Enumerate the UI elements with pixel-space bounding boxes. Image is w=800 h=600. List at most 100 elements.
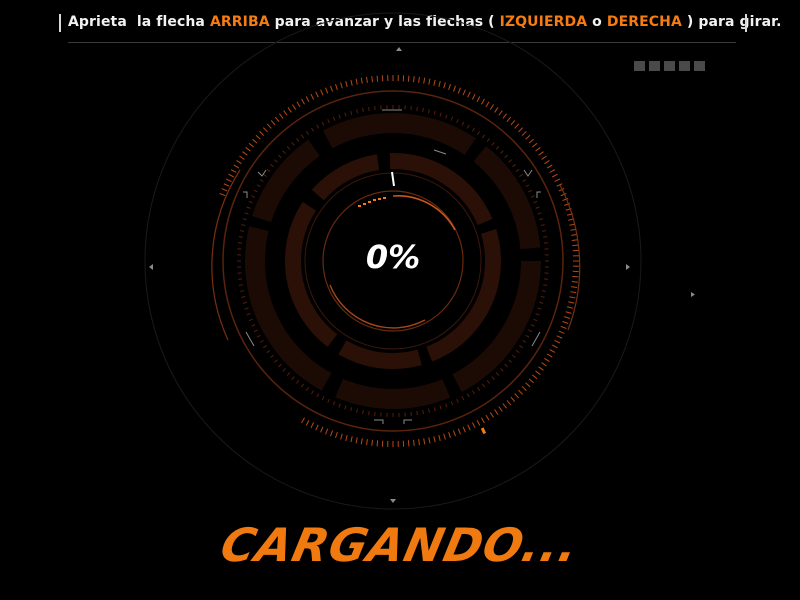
tick-mark xyxy=(510,120,516,126)
tick-mark xyxy=(491,142,495,146)
tick-mark xyxy=(535,313,540,316)
tick-mark xyxy=(242,301,247,304)
tick-mark xyxy=(274,116,280,122)
tick-mark xyxy=(495,372,500,376)
tick-mark xyxy=(471,390,475,395)
tick-mark xyxy=(433,407,436,412)
tick-mark xyxy=(253,329,258,333)
tick-mark xyxy=(494,409,499,415)
orange-arc-top-right xyxy=(392,195,456,231)
tick-mark xyxy=(530,324,535,327)
tick-mark xyxy=(528,378,534,384)
tick-mark xyxy=(244,307,249,310)
tick-mark xyxy=(422,409,424,415)
tick-mark xyxy=(551,173,558,178)
tick-mark xyxy=(539,301,544,304)
tick-mark xyxy=(467,91,471,98)
progress-needle xyxy=(391,171,395,187)
tick-mark xyxy=(239,155,245,160)
tick-mark xyxy=(335,83,338,90)
tick-mark xyxy=(508,159,512,163)
tick-mark xyxy=(457,428,461,435)
tick-mark xyxy=(242,218,247,221)
tick-mark xyxy=(481,383,486,388)
tick-mark xyxy=(462,426,466,433)
tick-mark xyxy=(428,437,431,444)
tick-mark xyxy=(438,434,441,442)
tick-mark xyxy=(453,85,456,92)
tick-mark xyxy=(335,432,338,439)
tick-mark xyxy=(286,372,291,376)
tick-mark xyxy=(371,439,373,446)
tick-mark xyxy=(443,433,446,440)
tick-mark xyxy=(514,123,520,129)
tick-mark xyxy=(344,405,347,410)
tick-mark xyxy=(251,324,256,327)
tick-mark xyxy=(263,127,268,133)
tick-mark xyxy=(278,363,282,368)
tick-mark xyxy=(538,366,544,371)
tick-mark xyxy=(330,85,333,92)
tick-mark xyxy=(502,403,507,409)
tick-mark xyxy=(418,439,420,446)
tick-mark xyxy=(344,112,347,117)
tick-mark xyxy=(556,335,563,339)
tick-mark xyxy=(287,107,292,113)
tick-mark xyxy=(510,396,516,402)
tick-mark xyxy=(292,104,297,110)
tick-mark xyxy=(489,412,494,418)
tick-mark xyxy=(433,436,436,443)
tick-mark xyxy=(560,325,567,329)
tick-mark xyxy=(427,408,430,413)
tick-mark xyxy=(274,359,278,363)
tick-mark xyxy=(498,406,503,412)
arrow-right-small-icon xyxy=(691,292,695,297)
tick-mark xyxy=(366,439,368,446)
tick-mark xyxy=(368,106,370,111)
tick-mark xyxy=(350,436,353,443)
tick-mark xyxy=(532,374,538,380)
tick-mark xyxy=(305,419,310,426)
tick-mark xyxy=(246,206,251,209)
tick-mark xyxy=(522,179,527,183)
loading-hud xyxy=(144,12,695,510)
tick-mark xyxy=(450,401,454,406)
tick-mark xyxy=(315,91,319,98)
tick-mark xyxy=(256,184,261,188)
tick-mark xyxy=(525,334,530,338)
tick-mark xyxy=(278,154,282,159)
tick-mark xyxy=(376,440,379,447)
tick-mark xyxy=(221,188,228,192)
tick-mark xyxy=(508,359,512,363)
tick-mark xyxy=(316,393,320,398)
tick-mark xyxy=(544,357,550,362)
tick-mark xyxy=(321,396,325,401)
tick-mark xyxy=(340,82,343,89)
tick-mark xyxy=(530,195,535,198)
tick-mark xyxy=(461,121,465,126)
tick-mark xyxy=(572,275,579,278)
tick-mark xyxy=(407,440,410,447)
tick-mark xyxy=(282,150,286,154)
tick-mark xyxy=(311,390,315,395)
tick-mark xyxy=(571,286,578,288)
tick-mark xyxy=(282,368,286,372)
tick-mark xyxy=(238,284,243,286)
tick-mark xyxy=(571,239,578,241)
tick-mark xyxy=(476,419,481,426)
tick-mark xyxy=(558,330,565,334)
tick-mark xyxy=(439,405,442,410)
tick-mark xyxy=(236,160,242,165)
tick-mark xyxy=(533,318,538,322)
percent-sign: % xyxy=(388,238,421,276)
tick-mark xyxy=(450,116,454,121)
tick-mark xyxy=(350,110,353,115)
tick-mark xyxy=(521,386,527,391)
tick-mark xyxy=(541,155,547,160)
tick-mark xyxy=(360,77,363,84)
tick-mark xyxy=(255,134,261,140)
tick-mark xyxy=(330,430,333,437)
loading-title: CARGANDO... xyxy=(216,518,584,572)
tick-mark xyxy=(321,121,325,126)
tick-mark xyxy=(565,311,572,314)
